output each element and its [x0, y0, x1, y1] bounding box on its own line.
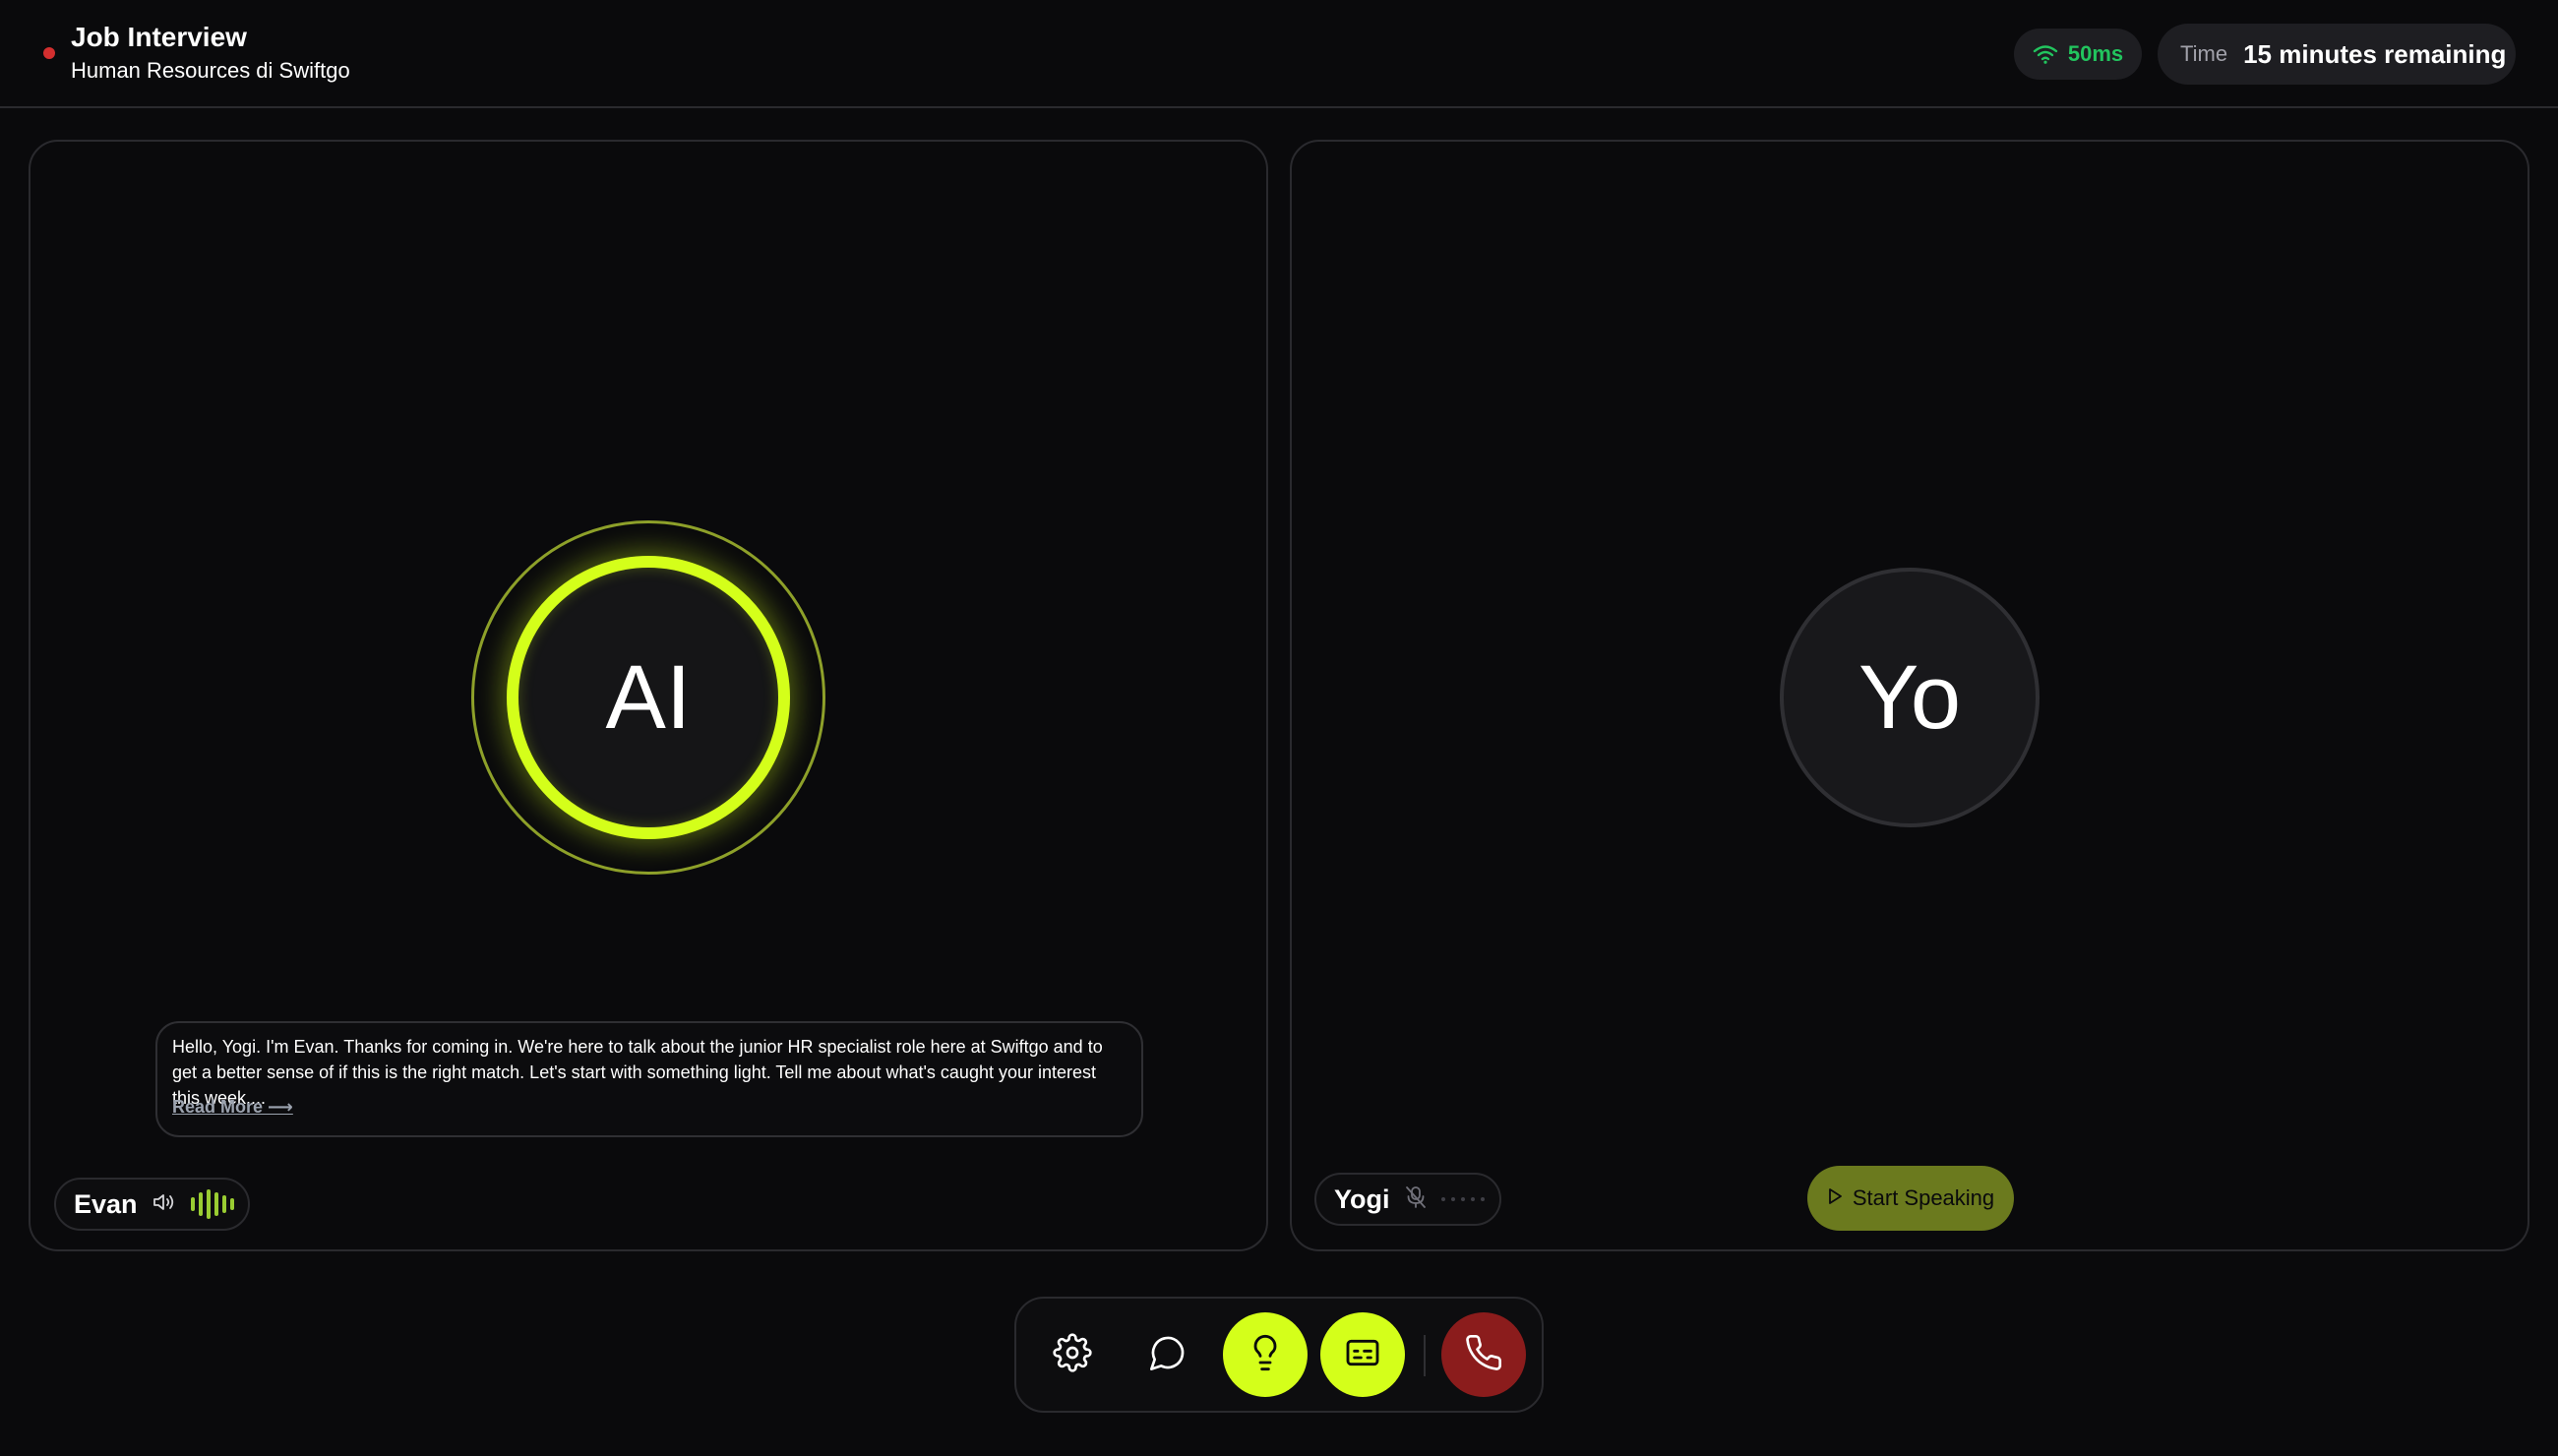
chat-button[interactable]	[1126, 1312, 1210, 1397]
mic-off-icon	[1404, 1184, 1428, 1215]
user-speaker-name: Yogi	[1334, 1183, 1390, 1214]
captions-button[interactable]	[1320, 1312, 1405, 1397]
recording-indicator	[43, 47, 55, 59]
chat-bubble-icon	[1148, 1333, 1188, 1377]
timer-label: Time	[2180, 41, 2228, 66]
read-more-link[interactable]: Read More ⟶	[172, 1097, 293, 1118]
control-divider	[1424, 1335, 1426, 1376]
latency-badge: 50ms	[2014, 29, 2142, 80]
start-speaking-label: Start Speaking	[1852, 1185, 1995, 1210]
gear-icon	[1053, 1332, 1092, 1377]
speaker-volume-icon	[152, 1191, 177, 1218]
call-control-bar	[1014, 1297, 1544, 1413]
ai-interviewer-panel: AI Hello, Yogi. I'm Evan. Thanks for com…	[29, 140, 1268, 1251]
ai-speaker-name: Evan	[74, 1188, 138, 1219]
page-subtitle: Human Resources di Swiftgo	[71, 58, 350, 83]
settings-button[interactable]	[1030, 1312, 1115, 1397]
user-panel: Yo Yogi Start Speaking	[1290, 140, 2529, 1251]
end-call-button[interactable]	[1441, 1312, 1526, 1397]
captions-icon	[1343, 1333, 1382, 1377]
ai-avatar-speaking-ring: AI	[507, 556, 790, 839]
lightbulb-icon	[1246, 1333, 1285, 1377]
time-remaining-badge: Time 15 minutes remaining	[2158, 24, 2516, 85]
start-speaking-button[interactable]: Start Speaking	[1807, 1166, 2014, 1231]
wifi-icon	[2033, 44, 2058, 64]
hint-button[interactable]	[1223, 1312, 1308, 1397]
ai-avatar: AI	[471, 520, 825, 875]
user-speaker-chip: Yogi	[1314, 1173, 1501, 1226]
audio-waveform	[190, 1189, 234, 1219]
play-icon	[1827, 1185, 1843, 1211]
phone-icon	[1464, 1333, 1503, 1377]
user-avatar: Yo	[1780, 568, 2040, 827]
ai-speaker-chip: Evan	[54, 1178, 250, 1231]
transcript-text: Hello, Yogi. I'm Evan. Thanks for coming…	[172, 1037, 1103, 1108]
page-title: Job Interview	[71, 22, 247, 52]
inactive-audio-dots	[1440, 1197, 1485, 1201]
latency-value: 50ms	[2067, 41, 2124, 66]
top-bar: Job Interview Human Resources di Swiftgo…	[0, 0, 2558, 108]
ai-avatar-initials: AI	[605, 646, 692, 748]
transcript-bubble: Hello, Yogi. I'm Evan. Thanks for coming…	[155, 1021, 1143, 1137]
user-avatar-initials: Yo	[1858, 646, 1962, 748]
timer-value: 15 minutes remaining	[2243, 38, 2507, 69]
